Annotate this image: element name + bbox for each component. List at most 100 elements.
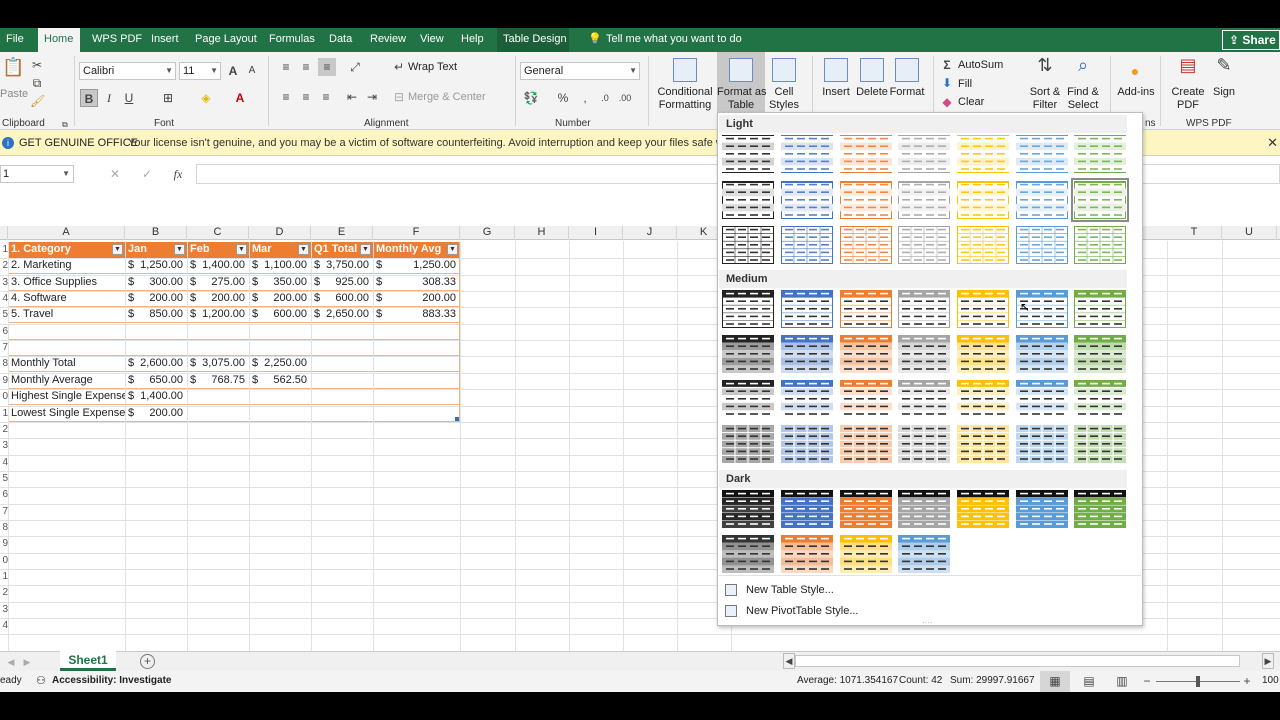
wrap-text-button[interactable]: Wrap Text bbox=[408, 61, 457, 74]
filter-dropdown-icon[interactable]: ▼ bbox=[112, 244, 123, 255]
table-style-swatch[interactable] bbox=[781, 380, 833, 418]
table-style-swatch[interactable] bbox=[840, 490, 892, 528]
align-bottom-icon[interactable]: ≡ bbox=[318, 58, 336, 76]
row-number[interactable]: 9 bbox=[0, 375, 8, 386]
hscroll-right-icon[interactable]: ▶ bbox=[1262, 653, 1274, 669]
decrease-decimal-icon[interactable]: .00 bbox=[618, 89, 632, 107]
table-style-swatch[interactable] bbox=[840, 181, 892, 219]
sort-filter-button[interactable]: Sort & Filter bbox=[1024, 86, 1066, 112]
add-sheet-button[interactable]: + bbox=[140, 654, 155, 669]
row-number[interactable]: 6 bbox=[0, 326, 8, 337]
table-style-swatch[interactable] bbox=[957, 335, 1009, 373]
table-header-cell[interactable]: Jan ▼ bbox=[126, 242, 187, 258]
column-header[interactable]: D bbox=[249, 226, 311, 240]
column-header[interactable]: F bbox=[373, 226, 460, 240]
zoom-level[interactable]: 100 bbox=[1262, 675, 1279, 686]
table-cell[interactable] bbox=[312, 340, 373, 357]
row-number[interactable]: 8 bbox=[0, 522, 8, 533]
table-style-swatch[interactable] bbox=[781, 226, 833, 264]
new-pivot-style-item[interactable]: New PivotTable Style... bbox=[722, 602, 859, 620]
insert-cells-button[interactable]: Insert bbox=[818, 86, 854, 99]
table-style-swatch[interactable] bbox=[840, 226, 892, 264]
comma-button[interactable]: , bbox=[578, 89, 592, 107]
scroll-right-icon[interactable]: ▶ bbox=[22, 653, 32, 671]
table-cell[interactable] bbox=[374, 356, 460, 373]
find-select-button[interactable]: Find & Select bbox=[1062, 86, 1104, 112]
table-style-swatch[interactable] bbox=[1074, 490, 1126, 528]
cell-styles-button[interactable]: Cell Styles bbox=[764, 86, 804, 112]
sheet-tab[interactable]: Sheet1 bbox=[60, 651, 116, 671]
table-style-swatch[interactable] bbox=[898, 380, 950, 418]
fill-color-icon[interactable]: ◈ bbox=[198, 89, 214, 107]
row-number[interactable]: 9 bbox=[0, 538, 8, 549]
decrease-font-icon[interactable]: A bbox=[245, 62, 259, 80]
table-style-swatch[interactable] bbox=[840, 290, 892, 328]
table-cell[interactable]: $3,075.00 bbox=[188, 356, 249, 373]
table-style-swatch[interactable] bbox=[898, 535, 950, 573]
table-style-swatch[interactable] bbox=[840, 425, 892, 463]
tab-table-design[interactable]: Table Design bbox=[497, 28, 569, 52]
table-cell[interactable]: $200.00 bbox=[126, 406, 187, 422]
format-painter-icon[interactable]: 🖌 bbox=[30, 92, 45, 110]
table-style-swatch[interactable] bbox=[1074, 135, 1126, 173]
table-style-swatch[interactable] bbox=[1074, 380, 1126, 418]
font-color-icon[interactable]: A bbox=[232, 89, 248, 107]
table-style-swatch[interactable] bbox=[840, 380, 892, 418]
new-table-style-item[interactable]: New Table Style... bbox=[722, 581, 834, 599]
filter-dropdown-icon[interactable]: ▼ bbox=[174, 244, 185, 255]
table-cell[interactable]: $925.00 bbox=[312, 275, 373, 291]
column-header[interactable]: H bbox=[515, 226, 569, 240]
table-style-swatch[interactable] bbox=[957, 380, 1009, 418]
table-style-swatch[interactable] bbox=[781, 535, 833, 573]
table-style-swatch[interactable] bbox=[1016, 226, 1068, 264]
table-cell[interactable]: $850.00 bbox=[126, 307, 187, 324]
table-cell[interactable] bbox=[312, 324, 373, 340]
table-style-swatch[interactable] bbox=[957, 490, 1009, 528]
table-style-swatch[interactable] bbox=[957, 290, 1009, 328]
row-number[interactable]: 3 bbox=[0, 277, 8, 288]
table-cell[interactable]: $1,100.00 bbox=[250, 258, 311, 275]
row-number[interactable]: 2 bbox=[0, 424, 8, 435]
align-middle-icon[interactable]: ≡ bbox=[298, 58, 314, 76]
table-cell[interactable]: $275.00 bbox=[188, 275, 249, 291]
accounting-icon[interactable]: 💱 bbox=[522, 89, 540, 107]
column-header[interactable]: C bbox=[187, 226, 249, 240]
row-number[interactable]: 5 bbox=[0, 473, 8, 484]
select-all-corner[interactable] bbox=[0, 226, 8, 240]
table-style-swatch[interactable] bbox=[781, 290, 833, 328]
align-center-icon[interactable]: ≡ bbox=[298, 88, 314, 106]
tab-home[interactable]: Home bbox=[38, 28, 80, 52]
row-number[interactable]: 4 bbox=[0, 620, 8, 631]
table-header-cell[interactable]: Q1 Total ▼ bbox=[312, 242, 373, 258]
table-style-swatch[interactable] bbox=[781, 425, 833, 463]
table-style-swatch[interactable] bbox=[1016, 490, 1068, 528]
table-cell[interactable]: $350.00 bbox=[250, 275, 311, 291]
align-left-icon[interactable]: ≡ bbox=[278, 88, 294, 106]
delete-cells-button[interactable]: Delete bbox=[853, 86, 891, 99]
name-box[interactable]: 1 ▼ bbox=[0, 165, 74, 183]
tab-data[interactable]: Data bbox=[323, 28, 358, 52]
table-cell[interactable] bbox=[374, 340, 460, 357]
column-header[interactable]: G bbox=[460, 226, 515, 240]
table-style-swatch[interactable] bbox=[1016, 380, 1068, 418]
row-number[interactable]: 1 bbox=[0, 244, 8, 255]
table-style-swatch[interactable] bbox=[722, 490, 774, 528]
underline-button[interactable]: U bbox=[122, 89, 136, 107]
table-style-swatch[interactable] bbox=[898, 181, 950, 219]
table-cell[interactable]: $1,250.00 bbox=[374, 258, 460, 275]
table-style-swatch[interactable] bbox=[722, 535, 774, 573]
table-cell[interactable]: $2,250.00 bbox=[250, 356, 311, 373]
orientation-icon[interactable]: ⤢ bbox=[344, 58, 366, 76]
row-number[interactable]: 0 bbox=[0, 555, 8, 566]
zoom-slider-thumb[interactable] bbox=[1196, 676, 1200, 687]
resize-handle-icon[interactable] bbox=[455, 416, 459, 421]
table-cell[interactable]: $3,750.00 bbox=[312, 258, 373, 275]
table-cell[interactable]: $300.00 bbox=[126, 275, 187, 291]
table-style-swatch[interactable] bbox=[840, 335, 892, 373]
filter-dropdown-icon[interactable]: ▼ bbox=[360, 244, 371, 255]
cancel-icon[interactable]: ✕ bbox=[108, 165, 122, 183]
table-style-swatch[interactable] bbox=[957, 181, 1009, 219]
table-style-swatch[interactable] bbox=[957, 226, 1009, 264]
tab-page-layout[interactable]: Page Layout bbox=[189, 28, 263, 52]
table-cell[interactable]: $1,200.00 bbox=[188, 307, 249, 324]
